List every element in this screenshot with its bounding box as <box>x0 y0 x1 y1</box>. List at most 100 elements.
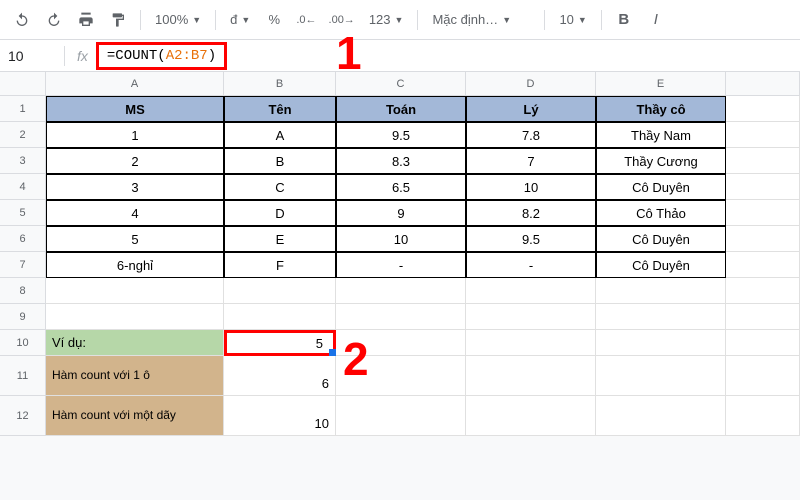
cell[interactable]: Thầy Nam <box>596 122 726 148</box>
row-header[interactable]: 4 <box>0 174 46 200</box>
header-ms[interactable]: MS <box>46 96 224 122</box>
header-ly[interactable]: Lý <box>466 96 596 122</box>
selected-cell[interactable]: 5 <box>224 330 336 356</box>
cell[interactable] <box>466 396 596 436</box>
cell[interactable]: B <box>224 148 336 174</box>
cell[interactable]: F <box>224 252 336 278</box>
cell[interactable]: 7 <box>466 148 596 174</box>
cell[interactable]: Cô Duyên <box>596 174 726 200</box>
cell[interactable] <box>726 356 800 396</box>
row-header[interactable]: 10 <box>0 330 46 356</box>
cell[interactable] <box>466 356 596 396</box>
cell[interactable]: - <box>336 252 466 278</box>
col-header-e[interactable]: E <box>596 72 726 96</box>
currency-button[interactable]: đ▼ <box>224 6 256 34</box>
cell[interactable] <box>726 174 800 200</box>
cell[interactable]: 6-nghỉ <box>46 252 224 278</box>
cell[interactable] <box>726 226 800 252</box>
cell[interactable] <box>596 356 726 396</box>
cell-count-range-label[interactable]: Hàm count với một dãy <box>46 396 224 436</box>
cell[interactable]: 2 <box>46 148 224 174</box>
cell[interactable]: A <box>224 122 336 148</box>
font-size-combo[interactable]: 10▼ <box>553 6 592 34</box>
italic-button[interactable]: I <box>642 6 670 34</box>
select-all-corner[interactable] <box>0 72 46 96</box>
col-header-a[interactable]: A <box>46 72 224 96</box>
increase-decimal-button[interactable]: .00→ <box>325 6 359 34</box>
row-header[interactable]: 3 <box>0 148 46 174</box>
cell[interactable] <box>726 96 800 122</box>
formula-input[interactable]: =COUNT(A2:B7) <box>101 46 222 66</box>
cell[interactable] <box>726 396 800 436</box>
col-header-d[interactable]: D <box>466 72 596 96</box>
percent-button[interactable]: % <box>260 6 288 34</box>
redo-button[interactable] <box>40 6 68 34</box>
col-header-b[interactable]: B <box>224 72 336 96</box>
col-header-c[interactable]: C <box>336 72 466 96</box>
col-header-f[interactable] <box>726 72 800 96</box>
zoom-combo[interactable]: 100%▼ <box>149 6 207 34</box>
header-toan[interactable]: Toán <box>336 96 466 122</box>
paint-format-button[interactable] <box>104 6 132 34</box>
cell-example-label[interactable]: Ví dụ: <box>46 330 224 356</box>
cell[interactable]: 4 <box>46 200 224 226</box>
cell[interactable] <box>726 200 800 226</box>
cell[interactable] <box>224 278 336 304</box>
row-header[interactable]: 7 <box>0 252 46 278</box>
cell[interactable]: 10 <box>336 226 466 252</box>
header-thayco[interactable]: Thầy cô <box>596 96 726 122</box>
row-header[interactable]: 11 <box>0 356 46 396</box>
undo-button[interactable] <box>8 6 36 34</box>
cell[interactable] <box>726 148 800 174</box>
cell[interactable] <box>726 304 800 330</box>
cell[interactable]: 5 <box>46 226 224 252</box>
print-button[interactable] <box>72 6 100 34</box>
cell[interactable] <box>596 396 726 436</box>
cell[interactable] <box>466 330 596 356</box>
cell[interactable]: 9 <box>336 200 466 226</box>
font-combo[interactable]: Mặc định…▼ <box>426 6 536 34</box>
cell[interactable]: 1 <box>46 122 224 148</box>
row-header[interactable]: 5 <box>0 200 46 226</box>
row-header[interactable]: 2 <box>0 122 46 148</box>
decrease-decimal-button[interactable]: .0← <box>292 6 320 34</box>
cell[interactable]: 3 <box>46 174 224 200</box>
cell[interactable]: Cô Thảo <box>596 200 726 226</box>
cell[interactable] <box>596 304 726 330</box>
row-header[interactable]: 9 <box>0 304 46 330</box>
header-ten[interactable]: Tên <box>224 96 336 122</box>
cell[interactable] <box>726 122 800 148</box>
cell[interactable]: 7.8 <box>466 122 596 148</box>
cell[interactable] <box>726 278 800 304</box>
cell[interactable] <box>596 330 726 356</box>
cell[interactable]: Cô Duyên <box>596 252 726 278</box>
cell[interactable] <box>46 304 224 330</box>
cell[interactable] <box>596 278 726 304</box>
number-format-combo[interactable]: 123▼ <box>363 6 410 34</box>
row-header[interactable]: 8 <box>0 278 46 304</box>
cell[interactable]: Cô Duyên <box>596 226 726 252</box>
cell[interactable]: D <box>224 200 336 226</box>
cell[interactable]: 8.3 <box>336 148 466 174</box>
cell[interactable]: E <box>224 226 336 252</box>
cell[interactable]: 9.5 <box>466 226 596 252</box>
cell[interactable] <box>336 304 466 330</box>
cell[interactable] <box>336 278 466 304</box>
name-box[interactable]: 10 <box>0 48 60 64</box>
cell[interactable]: 10 <box>466 174 596 200</box>
cell[interactable] <box>726 330 800 356</box>
cell[interactable] <box>336 396 466 436</box>
cell[interactable]: C <box>224 174 336 200</box>
cell[interactable]: 10 <box>224 396 336 436</box>
cell-count-one-label[interactable]: Hàm count với 1 ô <box>46 356 224 396</box>
cell[interactable] <box>336 330 466 356</box>
cell[interactable] <box>726 252 800 278</box>
row-header[interactable]: 12 <box>0 396 46 436</box>
cell[interactable] <box>224 304 336 330</box>
cell[interactable]: Thầy Cương <box>596 148 726 174</box>
cell[interactable] <box>336 356 466 396</box>
cell[interactable]: 8.2 <box>466 200 596 226</box>
cell[interactable]: 6 <box>224 356 336 396</box>
row-header[interactable]: 6 <box>0 226 46 252</box>
fill-handle[interactable] <box>329 349 336 356</box>
